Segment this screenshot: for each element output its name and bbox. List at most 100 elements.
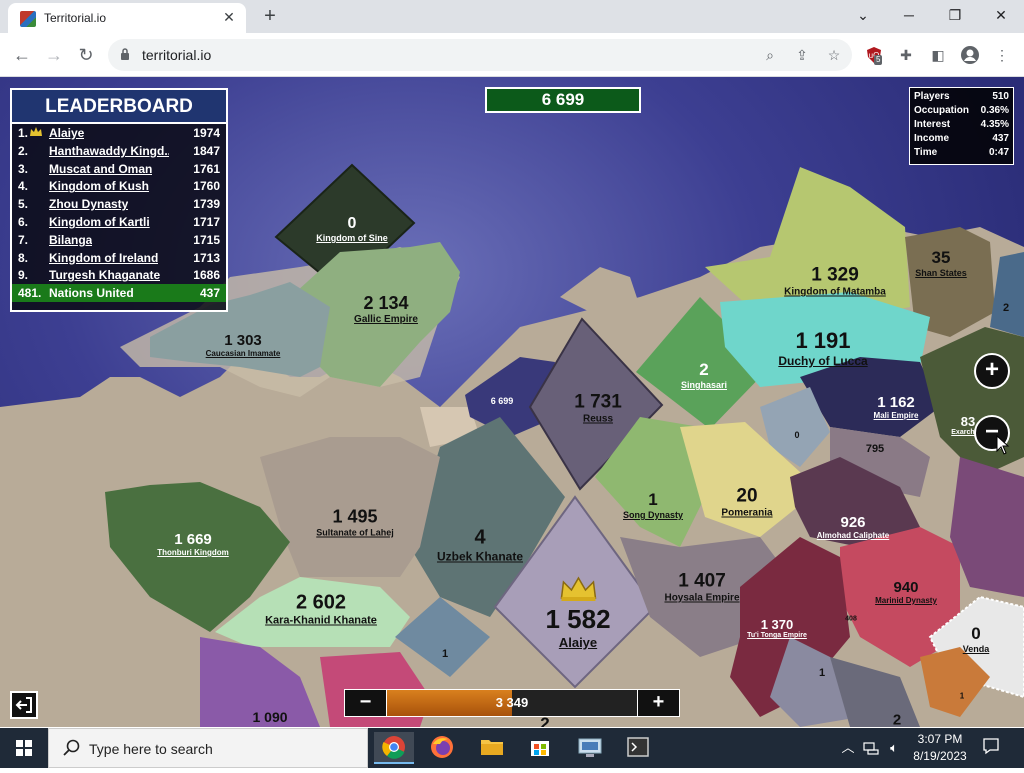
tray-chevron-up-icon[interactable]: ︿ [838, 738, 858, 758]
attack-value: 3 349 [495, 695, 529, 710]
search-icon [63, 739, 83, 759]
territory-kara-khanid-khanate[interactable]: 2 602 Kara-Khanid Khanate [265, 592, 377, 627]
territory-singhasari[interactable]: 2 Singhasari [681, 360, 727, 390]
territory-pomerania[interactable]: 20 Pomerania [721, 486, 772, 519]
stat-interest: Interest 4.35% [914, 119, 1009, 130]
territory-uzbek-khanate[interactable]: 4 Uzbek Khanate [437, 527, 523, 564]
territory-mali-empire[interactable]: 1 162 Mali Empire [874, 394, 919, 420]
close-tab-icon[interactable]: ✕ [220, 8, 238, 26]
territory-almohad-caliphate[interactable]: 926 Almohad Caliphate [817, 514, 889, 540]
minimize-button[interactable]: ─ [896, 4, 922, 26]
crown-icon [560, 576, 596, 601]
territory-1090[interactable]: 1 090 [252, 709, 287, 725]
ublock-extension-icon[interactable]: uO 5 [862, 43, 886, 67]
territory-unnamed-2b[interactable]: 2 [893, 712, 901, 728]
territory-unnamed-1b[interactable]: 1 [819, 667, 825, 679]
increase-attack-button[interactable]: + [637, 690, 679, 716]
territory-shan-states[interactable]: 35 Shan States [915, 248, 967, 278]
address-bar[interactable]: territorial.io ⌕ ⇪ ☆ [108, 39, 852, 71]
reload-button[interactable]: ↻ [74, 43, 98, 67]
game-canvas[interactable]: 0 Kingdom of Sine 2 134 Gallic Empire 1 … [0, 77, 1024, 727]
chrome-icon [382, 736, 405, 759]
territory-reuss[interactable]: 1 731 Reuss [574, 392, 622, 425]
mouse-cursor-icon [996, 435, 1010, 455]
leaderboard-panel: LEADERBOARD 1. Alaiye 1974 2. Hanthawadd… [10, 88, 228, 312]
territory-kingdom-of-matamba[interactable]: 1 329 Kingdom of Matamba [784, 265, 886, 298]
territory-unnamed-1a[interactable]: 1 [442, 648, 448, 660]
territory-795[interactable]: 795 [866, 443, 884, 455]
territory-caucasian-imamate[interactable]: 1 303 Caucasian Imamate [206, 332, 281, 358]
leaderboard-row[interactable]: 6. Kingdom of Kartli 1717 [12, 213, 226, 231]
territory-alaiye[interactable]: 1 582 Alaiye [545, 576, 611, 650]
zoom-search-icon[interactable]: ⌕ [760, 45, 780, 65]
browser-toolbar: ← → ↻ territorial.io ⌕ ⇪ ☆ uO 5 ✚ ◧ ⋮ [0, 33, 1024, 77]
taskbar-terminal-app[interactable] [618, 732, 658, 764]
notifications-icon[interactable] [981, 737, 1001, 757]
territorial-favicon-icon [20, 11, 36, 27]
chrome-menu-icon[interactable]: ⋮ [990, 43, 1014, 67]
territory-sultanate-of-lahej[interactable]: 1 495 Sultanate of Lahej [316, 507, 394, 538]
browser-tab[interactable]: Territorial.io ✕ [8, 3, 246, 33]
territory-marinid-dynasty[interactable]: 940 Marinid Dynasty [875, 579, 937, 605]
leaderboard-self-row: 481. Nations United 437 [12, 284, 226, 302]
leaderboard-row[interactable]: 8. Kingdom of Ireland 1713 [12, 249, 226, 267]
territory-hoysala-empire[interactable]: 1 407 Hoysala Empire [664, 571, 739, 604]
attack-percentage-bar[interactable]: − 3 349 + [344, 689, 680, 717]
territory-kingdom-of-sine[interactable]: 0 Kingdom of Sine [316, 215, 388, 243]
start-button[interactable] [0, 728, 48, 768]
leaderboard-title: LEADERBOARD [12, 90, 226, 124]
search-placeholder: Type here to search [89, 741, 213, 757]
leaderboard-row[interactable]: 9. Turgesh Khaganate 1686 [12, 266, 226, 284]
monitor-icon [578, 738, 602, 757]
attack-slider-track[interactable]: 3 349 [387, 690, 637, 716]
taskbar-chrome-app[interactable] [374, 732, 414, 764]
tab-title: Territorial.io [44, 11, 107, 25]
url-text: territorial.io [142, 47, 212, 63]
side-panel-icon[interactable]: ◧ [926, 43, 950, 67]
leaderboard-row[interactable]: 5. Zhou Dynasty 1739 [12, 195, 226, 213]
territory-tui-tonga-empire[interactable]: 1 370 Tu'i Tonga Empire [747, 617, 807, 639]
taskbar-remote-desktop-app[interactable] [570, 732, 610, 764]
leaderboard-row[interactable]: 1. Alaiye 1974 [12, 124, 226, 142]
bookmark-star-icon[interactable]: ☆ [824, 45, 844, 65]
exit-arrow-icon [15, 697, 32, 713]
taskbar-store-app[interactable] [520, 732, 560, 764]
tab-search-chevron-icon[interactable]: ⌄ [850, 4, 876, 26]
leaderboard-row[interactable]: 7. Bilanga 1715 [12, 231, 226, 249]
territory-duchy-of-lucca[interactable]: 1 191 Duchy of Lucca [778, 328, 867, 368]
territory-gallic-empire[interactable]: 2 134 Gallic Empire [354, 293, 418, 325]
stat-occupation: Occupation 0.36% [914, 105, 1009, 116]
stat-players: Players 510 [914, 91, 1009, 102]
stat-income: Income 437 [914, 133, 1009, 144]
leaderboard-row[interactable]: 3. Muscat and Oman 1761 [12, 160, 226, 178]
folder-icon [481, 740, 503, 755]
clock-date: 8/19/2023 [913, 749, 967, 763]
taskbar-firefox-app[interactable] [422, 732, 462, 764]
territory-song-dynasty[interactable]: 1 Song Dynasty [623, 490, 683, 520]
network-icon[interactable] [861, 738, 881, 758]
zoom-in-button[interactable]: + [974, 353, 1010, 389]
decrease-attack-button[interactable]: − [345, 690, 387, 716]
territory-unnamed-1c[interactable]: 1 [960, 692, 964, 701]
territory-unnamed-2c[interactable]: 2 [1003, 302, 1009, 314]
taskbar-file-explorer-app[interactable] [472, 732, 512, 764]
extensions-puzzle-icon[interactable]: ✚ [894, 43, 918, 67]
taskbar-clock[interactable]: 3:07 PM 8/19/2023 [900, 731, 980, 765]
new-tab-button[interactable]: + [258, 5, 282, 29]
territory-408[interactable]: 408 [845, 616, 857, 623]
close-window-button[interactable]: ✕ [988, 4, 1014, 26]
territory-unnamed-0[interactable]: 0 [794, 430, 799, 440]
back-button[interactable]: ← [10, 43, 34, 67]
taskbar-search-box[interactable]: Type here to search [48, 728, 368, 768]
leaderboard-row[interactable]: 4. Kingdom of Kush 1760 [12, 177, 226, 195]
leaderboard-row[interactable]: 2. Hanthawaddy Kingd... 1847 [12, 142, 226, 160]
clock-time: 3:07 PM [917, 732, 963, 746]
share-icon[interactable]: ⇪ [792, 45, 812, 65]
forward-button[interactable]: → [42, 43, 66, 67]
territory-thonburi-kingdom[interactable]: 1 669 Thonburi Kingdom [157, 531, 229, 557]
territory-6699[interactable]: 6 699 [491, 396, 514, 406]
profile-avatar-icon[interactable] [958, 43, 982, 67]
territory-venda[interactable]: 0 Venda [963, 624, 990, 654]
restore-button[interactable]: ❐ [942, 4, 968, 26]
exit-game-button[interactable] [10, 691, 38, 719]
